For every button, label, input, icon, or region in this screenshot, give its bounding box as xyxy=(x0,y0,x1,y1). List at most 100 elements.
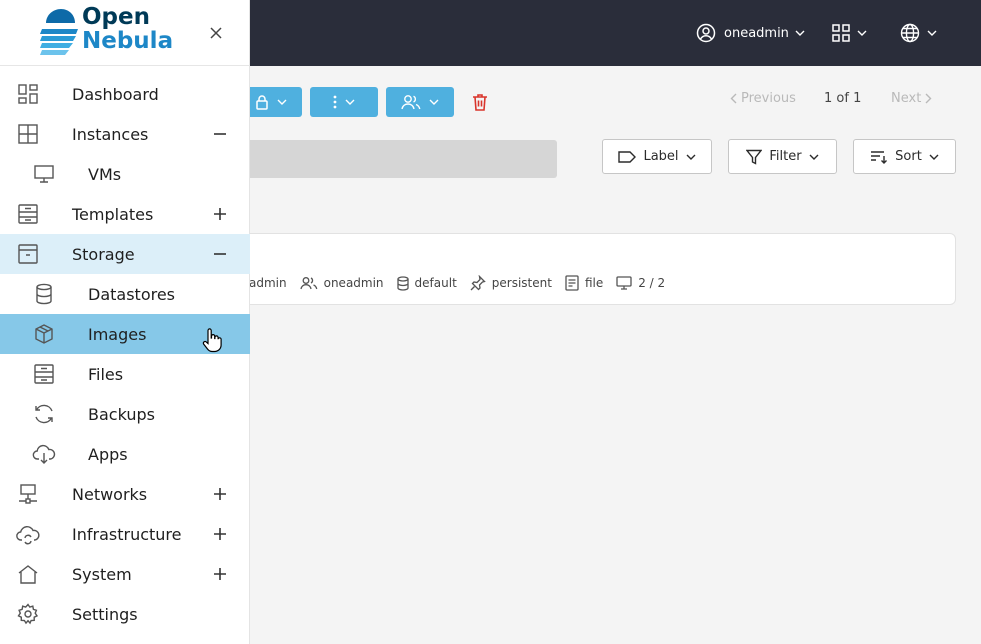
sidebar-item-label: Storage xyxy=(72,244,135,264)
files-icon xyxy=(32,363,56,385)
sidebar-item-label: Settings xyxy=(72,604,138,624)
instances-icon xyxy=(16,123,40,145)
next-page-button[interactable]: Next xyxy=(891,88,936,108)
home-icon xyxy=(16,563,40,585)
sort-button[interactable]: Sort xyxy=(853,139,956,174)
user-name: oneadmin xyxy=(724,25,789,41)
change-ownership-button[interactable] xyxy=(386,87,454,117)
sidebar-item-templates[interactable]: Templates xyxy=(0,194,250,234)
chevron-down-icon xyxy=(686,154,696,160)
close-icon[interactable] xyxy=(208,25,224,41)
brand-line-2: Nebula xyxy=(82,28,174,54)
datastore-meta: default xyxy=(396,275,457,291)
filter-button-text: Filter xyxy=(769,149,802,164)
cloud-sync-icon xyxy=(16,523,40,545)
plus-icon[interactable] xyxy=(212,206,228,222)
tag-icon xyxy=(618,150,637,163)
sidebar: Open Nebula Dashboard Instances VMs Temp… xyxy=(0,0,250,644)
sidebar-item-dashboard[interactable]: Dashboard xyxy=(0,74,250,114)
plus-icon[interactable] xyxy=(212,486,228,502)
sidebar-item-backups[interactable]: Backups xyxy=(0,394,250,434)
label-button-text: Label xyxy=(643,149,679,164)
sidebar-item-apps[interactable]: Apps xyxy=(0,434,250,474)
owner-meta: admin xyxy=(249,276,287,290)
sidebar-item-label: Infrastructure xyxy=(72,524,182,544)
next-label: Next xyxy=(891,90,922,106)
chevron-down-icon xyxy=(795,30,805,36)
vms-count: 2 / 2 xyxy=(638,276,666,290)
sidebar-item-files[interactable]: Files xyxy=(0,354,250,394)
plus-icon[interactable] xyxy=(212,526,228,542)
sidebar-item-vms[interactable]: VMs xyxy=(0,154,250,194)
sidebar-item-label: System xyxy=(72,564,132,584)
sort-icon xyxy=(871,150,888,164)
sidebar-item-label: Dashboard xyxy=(72,84,159,104)
user-circle-icon xyxy=(696,23,716,43)
storage-icon xyxy=(16,243,40,265)
sidebar-item-label: Apps xyxy=(88,444,128,464)
sidebar-item-label: Images xyxy=(88,324,147,344)
filter-button[interactable]: Filter xyxy=(728,139,837,174)
sidebar-item-networks[interactable]: Networks xyxy=(0,474,250,514)
sidebar-item-label: Datastores xyxy=(88,284,176,304)
chevron-down-icon xyxy=(345,99,355,105)
persistent-meta: persistent xyxy=(470,275,552,291)
monitor-icon xyxy=(616,276,632,290)
group-meta: oneadmin xyxy=(299,276,384,290)
chevron-right-icon xyxy=(925,93,932,103)
users-icon xyxy=(401,95,421,110)
brand-line-1: Open xyxy=(82,4,150,30)
chevron-down-icon xyxy=(857,30,867,36)
lock-icon xyxy=(256,95,268,110)
network-icon xyxy=(16,483,40,505)
sidebar-item-label: Backups xyxy=(88,404,155,424)
apps-menu[interactable] xyxy=(832,0,867,66)
plus-icon[interactable] xyxy=(212,566,228,582)
globe-icon xyxy=(900,23,920,43)
sort-button-text: Sort xyxy=(895,149,922,164)
previous-page-button[interactable]: Previous xyxy=(726,88,796,108)
chevron-left-icon xyxy=(730,93,737,103)
owner-name: admin xyxy=(249,276,287,290)
sidebar-item-datastores[interactable]: Datastores xyxy=(0,274,250,314)
sidebar-item-storage[interactable]: Storage xyxy=(0,234,250,274)
gear-icon xyxy=(16,603,40,625)
brand-bar: Open Nebula xyxy=(0,0,250,66)
chevron-down-icon xyxy=(277,99,287,105)
previous-label: Previous xyxy=(741,90,796,106)
box-icon xyxy=(32,323,56,345)
sidebar-item-label: Networks xyxy=(72,484,148,504)
dashboard-icon xyxy=(16,83,40,105)
minus-icon[interactable] xyxy=(212,126,228,142)
minus-icon[interactable] xyxy=(212,246,228,262)
sidebar-item-label: Templates xyxy=(72,204,154,224)
chevron-down-icon xyxy=(929,154,939,160)
page-indicator: 1 of 1 xyxy=(824,90,862,106)
hand-cursor-icon xyxy=(202,328,222,353)
search-input[interactable] xyxy=(240,140,557,178)
image-row[interactable]: admin oneadmin default persistent file 2… xyxy=(240,233,956,305)
opennebula-logo-icon xyxy=(40,9,78,55)
delete-icon[interactable] xyxy=(470,92,490,112)
more-vertical-icon xyxy=(333,95,337,109)
filter-icon xyxy=(746,149,763,165)
users-icon xyxy=(299,277,317,290)
more-actions-button[interactable] xyxy=(310,87,378,117)
database-icon xyxy=(396,275,409,291)
sidebar-item-label: Files xyxy=(88,364,124,384)
sidebar-item-instances[interactable]: Instances xyxy=(0,114,250,154)
datastore-name: default xyxy=(414,276,457,290)
sidebar-item-label: Instances xyxy=(72,124,149,144)
label-button[interactable]: Label xyxy=(602,139,712,174)
persistency-value: persistent xyxy=(491,276,552,290)
monitor-icon xyxy=(32,163,56,185)
templates-icon xyxy=(16,203,40,225)
type-value: file xyxy=(584,276,604,290)
sidebar-item-infrastructure[interactable]: Infrastructure xyxy=(0,514,250,554)
language-menu[interactable] xyxy=(900,0,937,66)
sidebar-item-system[interactable]: System xyxy=(0,554,250,594)
brand-wordmark: Open Nebula xyxy=(82,5,173,53)
database-icon xyxy=(32,283,56,305)
sidebar-item-settings[interactable]: Settings xyxy=(0,594,250,634)
user-menu[interactable]: oneadmin xyxy=(696,0,805,66)
